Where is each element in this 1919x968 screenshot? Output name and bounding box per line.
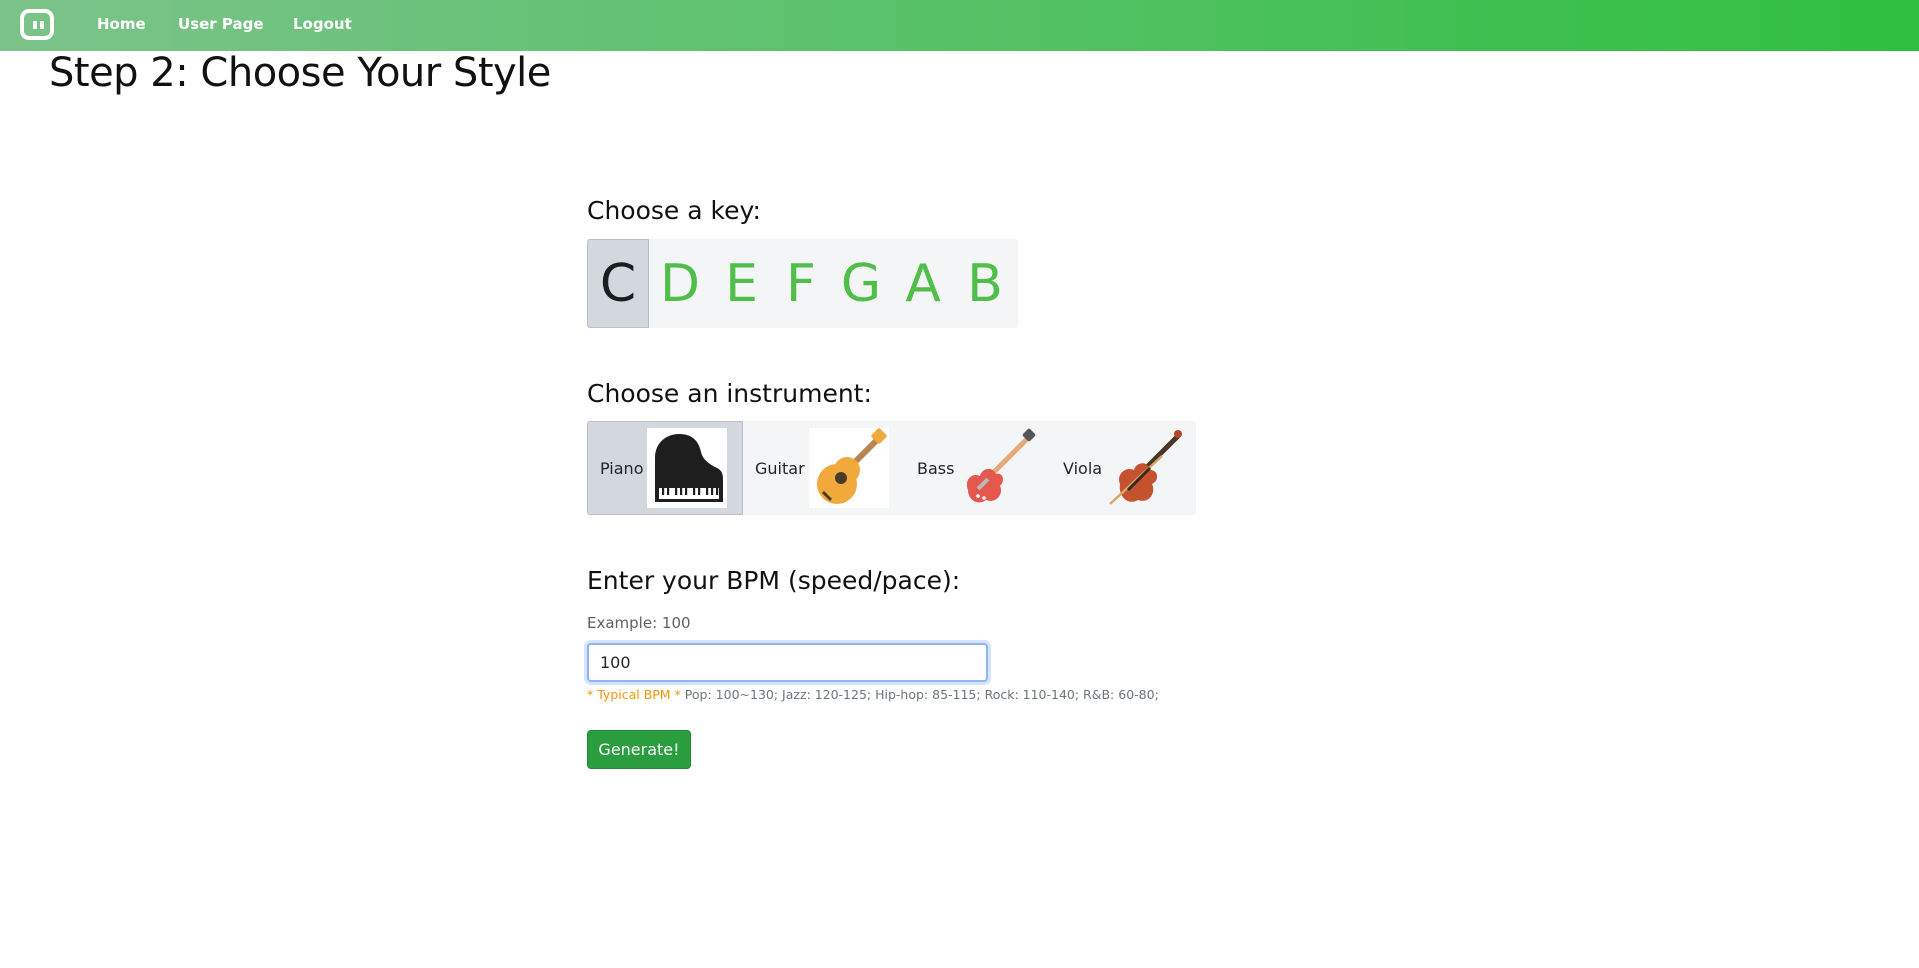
bpm-hint-prefix: * Typical BPM * (587, 687, 681, 702)
bpm-example-text: Example: 100 (587, 614, 691, 632)
instrument-selector: Piano Guitar Bass Viola (587, 421, 1196, 515)
nav-logout-link[interactable]: Logout (293, 15, 352, 33)
instrument-label-bass: Bass (917, 458, 955, 478)
key-option-a[interactable]: A (892, 239, 954, 328)
logo-eye-left (33, 21, 37, 29)
grand-piano-icon (647, 428, 728, 508)
key-selector: C D E F G A B (587, 239, 1018, 328)
bpm-section-label: Enter your BPM (speed/pace): (587, 566, 961, 595)
top-navbar: Home User Page Logout (0, 0, 1919, 51)
key-option-f[interactable]: F (772, 239, 830, 328)
bpm-hint: * Typical BPM * Pop: 100~130; Jazz: 120-… (587, 687, 1159, 702)
key-option-b[interactable]: B (954, 239, 1016, 328)
viola-icon (1106, 428, 1186, 508)
instrument-option-guitar[interactable]: Guitar (755, 421, 905, 515)
generate-button[interactable]: Generate! (587, 730, 691, 769)
instrument-option-piano[interactable]: Piano (587, 421, 743, 515)
app-logo-icon[interactable] (20, 9, 54, 40)
instrument-option-viola[interactable]: Viola (1063, 421, 1193, 515)
acoustic-guitar-icon (808, 428, 889, 508)
key-option-d[interactable]: D (649, 239, 711, 328)
key-option-e[interactable]: E (711, 239, 772, 328)
key-option-g[interactable]: G (830, 239, 892, 328)
key-section-label: Choose a key: (587, 196, 761, 225)
page-title: Step 2: Choose Your Style (49, 50, 551, 96)
instrument-label-piano: Piano (600, 458, 644, 478)
logo-eye-right (40, 21, 44, 29)
nav-user-page-link[interactable]: User Page (178, 15, 264, 33)
nav-home-link[interactable]: Home (97, 15, 146, 33)
bpm-input[interactable] (587, 643, 988, 682)
key-option-c[interactable]: C (587, 239, 649, 328)
instrument-option-bass[interactable]: Bass (917, 421, 1057, 515)
instrument-section-label: Choose an instrument: (587, 379, 872, 408)
instrument-label-guitar: Guitar (755, 458, 805, 478)
bass-guitar-icon (958, 428, 1038, 508)
bpm-hint-text: Pop: 100~130; Jazz: 120-125; Hip-hop: 85… (680, 687, 1159, 702)
instrument-label-viola: Viola (1063, 458, 1103, 478)
